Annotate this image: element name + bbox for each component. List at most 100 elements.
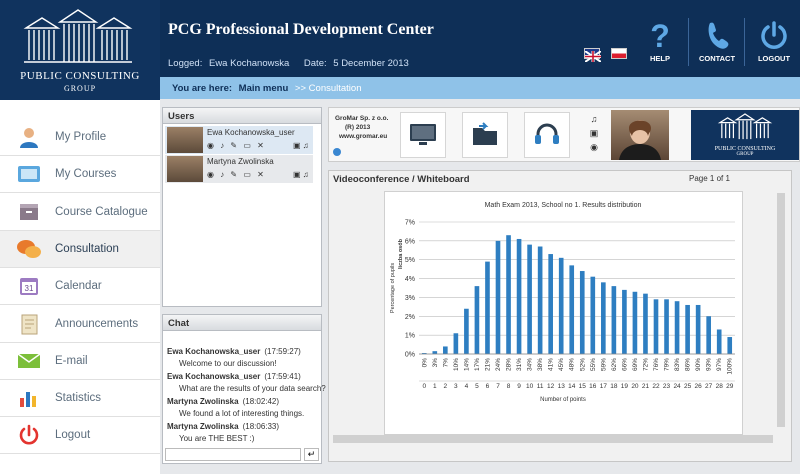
english-flag-icon[interactable] <box>584 48 602 63</box>
breadcrumb-current: Consultation <box>308 83 362 94</box>
x-pct-label: 90% <box>695 358 702 371</box>
chart-bar <box>716 329 722 354</box>
breadcrumb-main-menu-link[interactable]: Main menu <box>239 83 289 94</box>
app-title: PCG Professional Development Center <box>168 21 434 38</box>
x-pct-label: 34% <box>527 358 534 371</box>
chart-bar <box>558 257 564 354</box>
file-transfer-button[interactable] <box>462 112 508 158</box>
statistics-icon <box>16 387 42 409</box>
x-tick-label: 17 <box>600 383 608 390</box>
sidebar-item-label: Statistics <box>55 392 102 405</box>
x-tick-label: 16 <box>589 383 597 390</box>
chat-time: (18:02:42) <box>242 397 280 406</box>
chat-panel: Chat Ewa Kochanowska_user (17:59:27) Welc… <box>162 314 326 464</box>
power-icon <box>761 21 787 49</box>
chart-bar <box>485 261 490 354</box>
chart-bar <box>685 304 690 354</box>
contact-label: CONTACT <box>698 54 736 63</box>
logout-header-button[interactable]: LOGOUT <box>749 20 799 63</box>
audio-settings-button[interactable] <box>524 112 570 158</box>
chat-author: Ewa Kochanowska_user <box>167 347 261 356</box>
x-pct-label: 66% <box>621 358 628 371</box>
y-tick-label: 0% <box>405 352 415 359</box>
sidebar-item-logout[interactable]: Logout <box>0 417 160 455</box>
chart-bar <box>548 254 553 354</box>
logo-subtext: GROUP <box>63 84 97 93</box>
chart-bar <box>527 244 532 354</box>
chat-message-text: We found a lot of interesting things. <box>179 409 305 418</box>
chat-author: Martyna Zwolinska <box>167 397 239 406</box>
media-controls-icon[interactable]: ♫ ▣ ◉ <box>587 112 601 154</box>
x-tick-label: 9 <box>517 383 521 390</box>
chat-message-header: Ewa Kochanowska_user (17:59:41) <box>167 372 301 381</box>
sidebar-item-label: My Courses <box>55 168 117 181</box>
sidebar-item-course-catalogue[interactable]: Course Catalogue <box>0 194 160 231</box>
profile-icon <box>16 126 42 148</box>
chat-message-text: What are the results of your data search… <box>179 384 326 393</box>
sidebar-item-consultation[interactable]: Consultation <box>0 230 160 268</box>
x-pct-label: 7% <box>442 358 449 368</box>
x-tick-label: 11 <box>537 383 544 390</box>
help-label: HELP <box>649 54 670 63</box>
sidebar-item-statistics[interactable]: Statistics <box>0 380 160 418</box>
vertical-scrollbar[interactable] <box>777 193 785 427</box>
sidebar-item-announcements[interactable]: Announcements <box>0 306 160 343</box>
users-panel-title: Users <box>163 108 321 124</box>
chat-send-button[interactable]: ↵ <box>304 448 319 461</box>
x-tick-label: 6 <box>486 383 490 390</box>
x-pct-label: 0% <box>421 358 428 368</box>
user-row[interactable]: Martyna Zwolinska ◉ ♪ ✎ ▭ ✕ ▣ ♫ <box>165 155 313 183</box>
chat-message-text: You are THE BEST :) <box>179 434 255 443</box>
columns-logo-icon <box>23 9 133 63</box>
header-divider <box>744 18 745 66</box>
breadcrumb: You are here: Main menu >> Consultation <box>160 77 800 99</box>
x-pct-label: 41% <box>548 358 555 371</box>
x-tick-label: 22 <box>652 383 660 390</box>
x-tick-label: 10 <box>526 383 534 390</box>
screen-share-button[interactable] <box>400 112 446 158</box>
chat-message-header: Martyna Zwolinska (18:02:42) <box>167 397 279 406</box>
logged-user: Ewa Kochanowska <box>208 58 290 69</box>
user-avatar <box>167 156 203 182</box>
y-tick-label: 3% <box>405 295 415 302</box>
y-tick-label: 2% <box>405 314 415 321</box>
y-tick-label: 1% <box>405 333 415 340</box>
x-pct-label: 69% <box>632 358 639 371</box>
user-row[interactable]: Ewa Kochanowska_user ◉ ♪ ✎ ▭ ✕ ▣ ♫ <box>165 126 313 154</box>
announcements-icon <box>16 313 42 335</box>
sidebar-item-label: Logout <box>55 429 91 442</box>
pcg-small-logo: PUBLIC CONSULTING GROUP <box>691 110 799 160</box>
sidebar-item-e-mail[interactable]: E-mail <box>0 343 160 380</box>
x-pct-label: 83% <box>674 358 681 371</box>
x-tick-label: 8 <box>507 383 511 390</box>
chart-bar <box>569 265 575 354</box>
x-pct-label: 28% <box>506 358 513 371</box>
x-pct-label: 10% <box>453 358 460 371</box>
sidebar-item-my-profile[interactable]: My Profile <box>0 119 160 156</box>
user-action-icons[interactable]: ◉ ♪ ✎ ▭ ✕ <box>207 141 266 150</box>
folder-icon <box>473 122 497 145</box>
sidebar-item-label: E-mail <box>55 354 88 367</box>
x-tick-label: 4 <box>465 383 469 390</box>
contact-button[interactable]: CONTACT <box>692 20 742 63</box>
company-name: GroMar Sp. z o.o. <box>335 115 389 122</box>
sidebar-item-calendar[interactable]: 31 Calendar <box>0 268 160 306</box>
chat-author: Ewa Kochanowska_user <box>167 372 261 381</box>
user-name: Martyna Zwolinska <box>207 157 274 166</box>
pcg-logo[interactable]: PUBLIC CONSULTING GROUP <box>0 0 160 100</box>
x-tick-label: 28 <box>716 383 724 390</box>
polish-flag-icon[interactable] <box>611 48 627 59</box>
chart-bar <box>706 316 711 354</box>
x-pct-label: 79% <box>664 358 671 371</box>
sidebar-item-my-courses[interactable]: My Courses <box>0 156 160 194</box>
chart-bar <box>695 304 701 354</box>
chart-bar <box>495 240 501 354</box>
help-button[interactable]: ? HELP <box>635 20 685 63</box>
logged-label: Logged: <box>168 58 203 69</box>
x-pct-label: 97% <box>716 358 723 371</box>
chat-time: (17:59:41) <box>264 372 301 381</box>
chat-input[interactable] <box>165 448 301 461</box>
headset-icon <box>535 123 559 144</box>
user-action-icons[interactable]: ◉ ♪ ✎ ▭ ✕ <box>207 170 266 179</box>
horizontal-scrollbar[interactable] <box>333 435 773 443</box>
